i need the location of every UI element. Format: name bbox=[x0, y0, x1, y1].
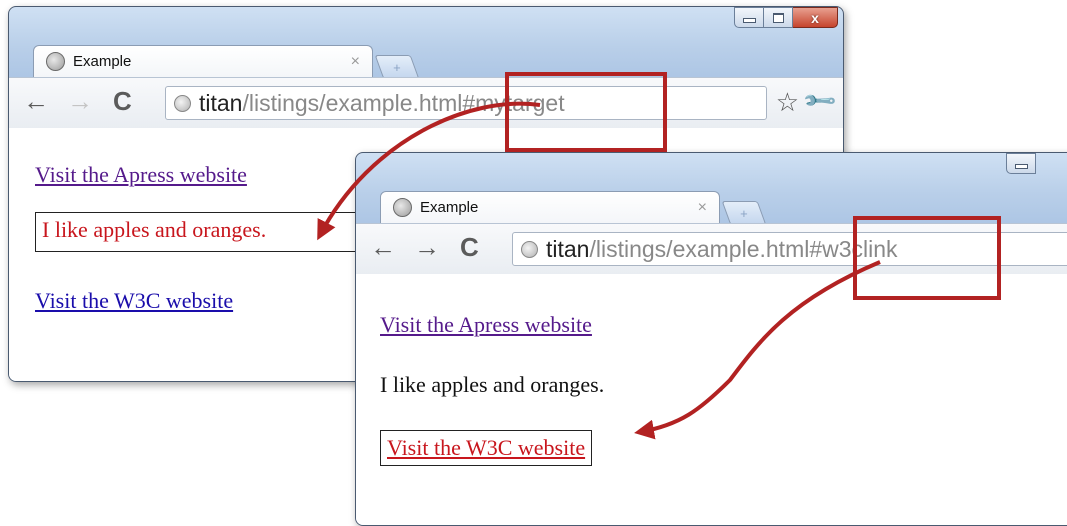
url-host: titan bbox=[199, 89, 243, 116]
globe-icon bbox=[174, 94, 191, 112]
browser-tab[interactable]: Example × bbox=[33, 45, 373, 77]
address-bar[interactable]: titan/listings/example.html#w3clink bbox=[512, 232, 1067, 266]
paragraph-text: I like apples and oranges. bbox=[42, 217, 267, 242]
browser-toolbar: ← → C titan/listings/example.html#mytarg… bbox=[9, 77, 843, 129]
link-w3c[interactable]: Visit the W3C website bbox=[387, 435, 585, 460]
paragraph-text: I like apples and oranges. bbox=[380, 372, 605, 397]
forward-arrow-icon[interactable]: → bbox=[414, 234, 440, 260]
globe-icon bbox=[521, 240, 538, 258]
link-apress[interactable]: Visit the Apress website bbox=[35, 162, 247, 188]
link-apress[interactable]: Visit the Apress website bbox=[380, 312, 592, 338]
forward-arrow-icon[interactable]: → bbox=[67, 88, 93, 114]
plus-icon: + bbox=[740, 205, 748, 221]
tab-title: Example bbox=[73, 53, 132, 70]
new-tab-button[interactable]: + bbox=[721, 201, 767, 225]
star-icon[interactable]: ☆ bbox=[776, 87, 799, 118]
address-url: titan/listings/example.html#w3clink bbox=[546, 236, 898, 263]
maximize-button[interactable] bbox=[764, 7, 793, 28]
url-path: /listings/example.html#w3clink bbox=[589, 235, 898, 262]
browser-window-front: Example × + ← → C titan/listings/example… bbox=[355, 152, 1067, 526]
close-window-button[interactable]: x bbox=[793, 7, 838, 28]
minimize-icon bbox=[742, 18, 756, 23]
tab-title: Example bbox=[420, 199, 479, 216]
address-url: titan/listings/example.html#mytarget bbox=[199, 90, 565, 117]
address-bar[interactable]: titan/listings/example.html#mytarget bbox=[165, 86, 767, 120]
page-content: Visit the Apress website I like apples a… bbox=[356, 274, 1067, 525]
back-arrow-icon[interactable]: ← bbox=[23, 88, 49, 114]
plus-icon: + bbox=[393, 59, 401, 75]
browser-tab[interactable]: Example × bbox=[380, 191, 720, 223]
minimize-button[interactable] bbox=[734, 7, 764, 28]
minimize-icon bbox=[1014, 164, 1028, 169]
target-link-box: Visit the W3C website bbox=[380, 430, 593, 466]
minimize-button[interactable] bbox=[1006, 153, 1036, 174]
reload-icon[interactable]: C bbox=[460, 234, 479, 260]
url-path: /listings/example.html#mytarget bbox=[242, 89, 565, 116]
reload-icon[interactable]: C bbox=[113, 88, 132, 114]
url-host: titan bbox=[546, 235, 590, 262]
close-icon: x bbox=[811, 9, 819, 26]
wrench-icon[interactable]: 🔧 bbox=[800, 82, 838, 120]
link-w3c[interactable]: Visit the W3C website bbox=[35, 288, 233, 314]
globe-icon bbox=[393, 198, 412, 217]
new-tab-button[interactable]: + bbox=[374, 55, 420, 79]
browser-toolbar: ← → C titan/listings/example.html#w3clin… bbox=[356, 223, 1067, 275]
globe-icon bbox=[46, 52, 65, 71]
maximize-icon bbox=[772, 12, 784, 23]
tab-close-icon[interactable]: × bbox=[698, 199, 707, 217]
window-controls bbox=[1006, 153, 1036, 174]
tab-close-icon[interactable]: × bbox=[351, 53, 360, 71]
window-controls: x bbox=[734, 7, 838, 28]
back-arrow-icon[interactable]: ← bbox=[370, 234, 396, 260]
